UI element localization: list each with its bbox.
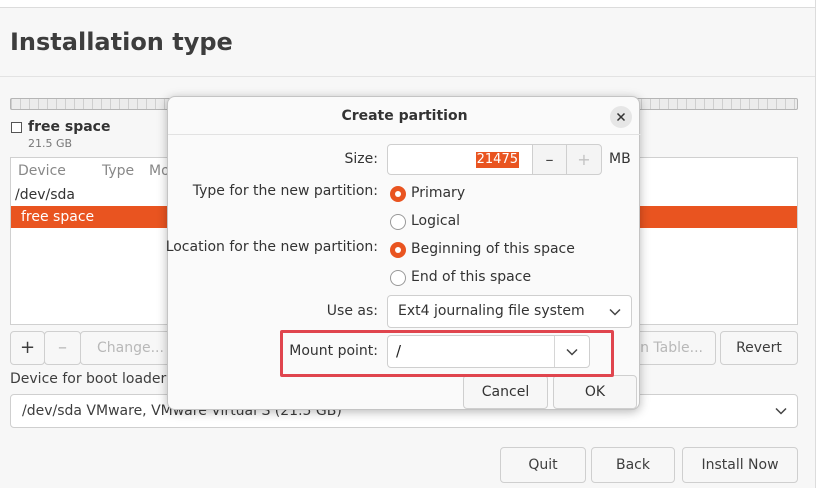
radio-logical-label[interactable]: Logical [411,213,460,229]
radio-end[interactable] [390,270,406,286]
free-space-swatch [11,122,22,133]
cancel-button[interactable]: Cancel [463,375,548,409]
partition-type-label: Type for the new partition: [192,183,378,199]
size-decrease-button[interactable]: – [532,144,567,175]
add-partition-button[interactable]: + [10,331,45,365]
size-increase-button[interactable]: + [566,144,602,175]
back-button[interactable]: Back [591,447,675,483]
use-as-value: Ext4 journaling file system [398,303,585,319]
change-partition-button[interactable]: Change... [80,331,175,365]
size-input[interactable]: 21475 [387,144,533,175]
boot-loader-label: Device for boot loader i [10,371,175,387]
remove-partition-button[interactable]: – [44,331,81,365]
size-value: 21475 [475,152,519,168]
use-as-select[interactable]: Ext4 journaling file system [387,295,632,328]
quit-button[interactable]: Quit [500,447,586,483]
radio-beginning-label[interactable]: Beginning of this space [411,241,575,257]
column-header-device[interactable]: Device [18,163,66,179]
radio-beginning[interactable] [390,242,406,258]
chevron-down-icon [609,296,621,327]
location-label: Location for the new partition: [165,239,378,255]
radio-end-label[interactable]: End of this space [411,269,531,285]
revert-button[interactable]: Revert [720,331,798,365]
free-space-title: free space [28,119,111,135]
window-top-strip [0,0,820,8]
free-space-size: 21.5 GB [28,137,73,150]
window-right-edge [815,0,820,488]
page-title: Installation type [10,28,233,56]
use-as-label: Use as: [326,303,378,319]
close-icon[interactable] [610,106,632,128]
mount-point-highlight-box [280,330,614,377]
radio-logical[interactable] [390,214,406,230]
ok-button[interactable]: OK [553,375,637,409]
chevron-down-icon [773,395,789,427]
title-divider [0,76,815,77]
radio-primary-label[interactable]: Primary [411,185,465,201]
radio-primary[interactable] [390,186,406,202]
size-unit: MB [609,151,631,167]
size-label: Size: [344,151,378,167]
column-header-type[interactable]: Type [102,163,134,179]
new-partition-table-button[interactable]: n Table... [632,331,716,365]
install-now-button[interactable]: Install Now [682,447,798,483]
dialog-title: Create partition [168,97,641,135]
